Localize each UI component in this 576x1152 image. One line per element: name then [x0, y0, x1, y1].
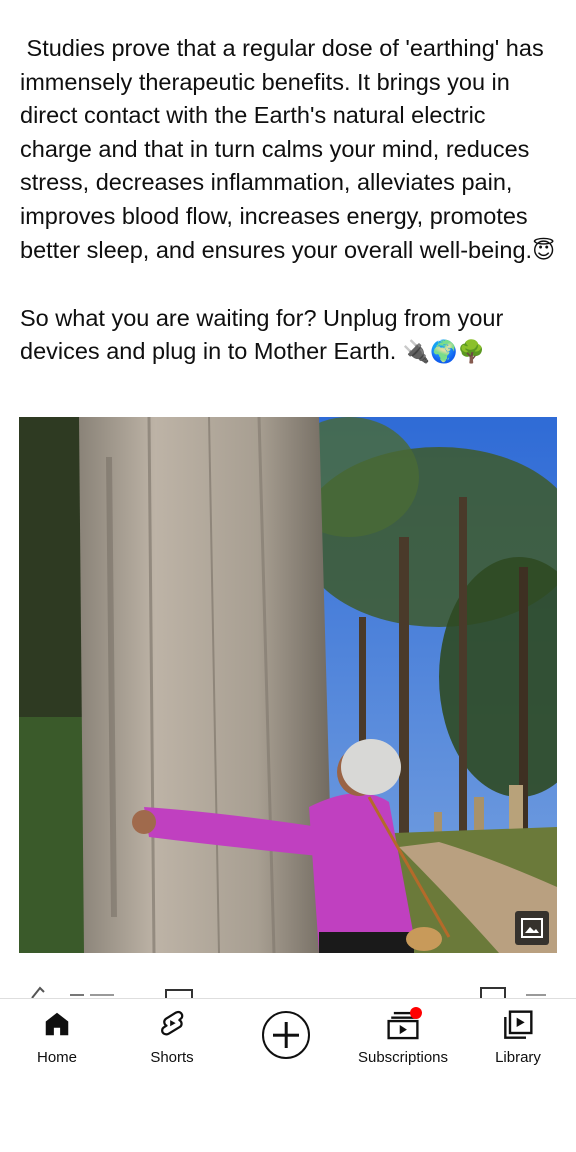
bottom-navigation: Home Shorts Subscriptions Library	[0, 998, 576, 1073]
post-actions-row-partial	[0, 984, 576, 998]
nav-home-label: Home	[36, 1049, 77, 1066]
post-image[interactable]	[19, 417, 557, 953]
nav-shorts[interactable]: Shorts	[117, 999, 227, 1073]
nav-subscriptions-label: Subscriptions	[357, 1049, 449, 1066]
plug-earth-tree-emojis: 🔌🌍🌳	[402, 340, 485, 366]
nav-shorts-label: Shorts	[150, 1049, 194, 1066]
library-icon	[504, 1010, 533, 1039]
nav-library[interactable]: Library	[463, 999, 573, 1073]
home-icon	[45, 1012, 69, 1036]
post-paragraph-1: Studies prove that a regular dose of 'ea…	[20, 35, 551, 263]
tree-hug-photo	[19, 417, 557, 953]
shorts-icon	[161, 1010, 184, 1036]
post-text: Studies prove that a regular dose of 'ea…	[20, 32, 560, 370]
nav-library-label: Library	[495, 1049, 541, 1066]
image-gallery-icon[interactable]	[515, 911, 549, 945]
notification-dot	[410, 1007, 422, 1019]
nav-subscriptions[interactable]: Subscriptions	[348, 999, 458, 1073]
nav-home[interactable]: Home	[2, 999, 112, 1073]
halo-smile-emoji: 😇	[532, 238, 556, 264]
create-plus-icon[interactable]	[262, 1011, 310, 1059]
